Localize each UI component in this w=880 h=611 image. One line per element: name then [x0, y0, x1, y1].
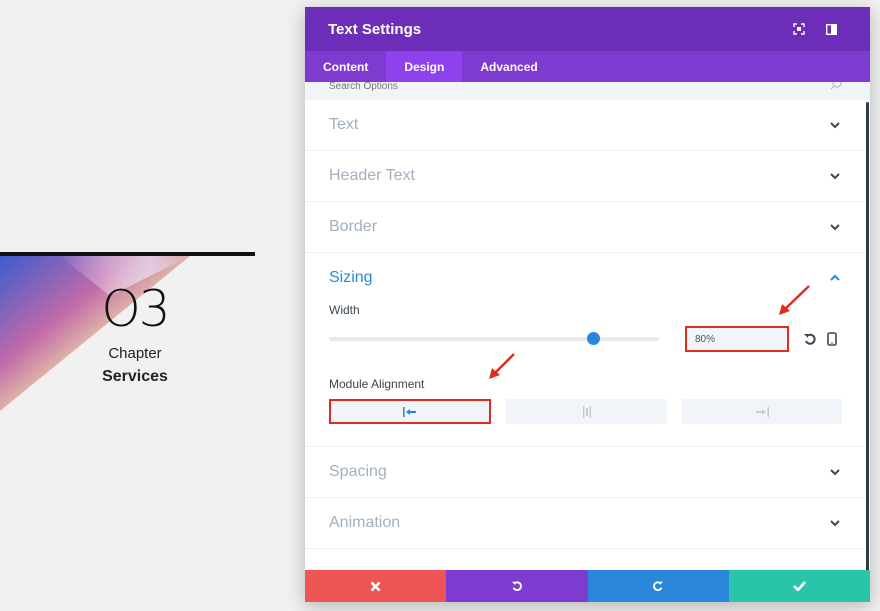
reset-icon[interactable] [803, 332, 817, 346]
section-spacing-label: Spacing [329, 463, 387, 480]
chevron-up-icon [830, 274, 840, 281]
section-sizing-label: Sizing [329, 269, 373, 286]
cancel-button[interactable] [305, 570, 447, 602]
chapter-number: O3 [101, 280, 170, 338]
tab-advanced[interactable]: Advanced [462, 51, 555, 82]
section-text-label: Text [329, 116, 359, 133]
focus-icon[interactable] [783, 14, 815, 44]
chevron-down-icon [830, 224, 840, 231]
sidebar-layout-icon[interactable] [815, 14, 847, 44]
section-sizing: Sizing Width 80% Module Alignment [305, 253, 866, 447]
modal-header: Text Settings [305, 7, 870, 51]
width-slider[interactable] [329, 332, 659, 345]
search-bar [305, 82, 870, 100]
modal-title: Text Settings [328, 20, 422, 38]
section-spacing[interactable]: Spacing [305, 447, 866, 498]
tab-design[interactable]: Design [386, 51, 463, 82]
module-alignment-options [329, 399, 842, 424]
align-left-button[interactable] [329, 399, 492, 424]
section-animation[interactable]: Animation [305, 498, 866, 549]
section-animation-label: Animation [329, 514, 401, 531]
close-icon [370, 581, 381, 591]
align-center-button[interactable] [506, 399, 667, 424]
search-icon [830, 82, 842, 90]
chevron-down-icon [830, 520, 840, 527]
module-alignment-label: Module Alignment [329, 377, 425, 391]
save-button[interactable] [728, 570, 870, 602]
redo-icon [653, 581, 664, 591]
modal-footer [305, 570, 870, 602]
section-sizing-header[interactable]: Sizing [329, 253, 842, 303]
page-background: O3 Chapter Services [0, 0, 300, 611]
undo-icon [511, 581, 522, 591]
annotation-arrow-alignment [489, 353, 515, 379]
settings-scroll-area[interactable]: Text Header Text Border Sizing Width 80%… [305, 100, 870, 570]
section-text[interactable]: Text [305, 100, 866, 151]
redo-button[interactable] [587, 570, 729, 602]
text-settings-modal: Text Settings Content Design Advanced Te… [305, 7, 870, 602]
chevron-down-icon [830, 469, 840, 476]
tab-bar: Content Design Advanced [305, 51, 870, 82]
chapter-title: Services [102, 368, 168, 385]
section-border[interactable]: Border [305, 202, 866, 253]
chevron-down-icon [830, 122, 840, 129]
chevron-down-icon [830, 173, 840, 180]
section-border-label: Border [329, 218, 378, 235]
align-left-icon [403, 406, 417, 417]
search-input[interactable] [329, 82, 846, 92]
align-center-icon [582, 405, 591, 418]
width-label: Width [329, 303, 360, 317]
checkmark-icon [792, 581, 806, 591]
scrollbar[interactable] [866, 102, 869, 572]
align-right-button[interactable] [681, 399, 842, 424]
section-header-text[interactable]: Header Text [305, 151, 866, 202]
undo-button[interactable] [446, 570, 588, 602]
align-right-icon [755, 406, 769, 417]
width-slider-fill [329, 337, 593, 341]
tab-content[interactable]: Content [305, 51, 386, 82]
width-input[interactable]: 80% [685, 326, 789, 352]
width-slider-thumb[interactable] [587, 332, 600, 345]
annotation-arrow-width [779, 285, 810, 315]
responsive-phone-icon[interactable] [827, 332, 837, 346]
chapter-label: Chapter [108, 345, 162, 362]
section-header-text-label: Header Text [329, 167, 415, 184]
